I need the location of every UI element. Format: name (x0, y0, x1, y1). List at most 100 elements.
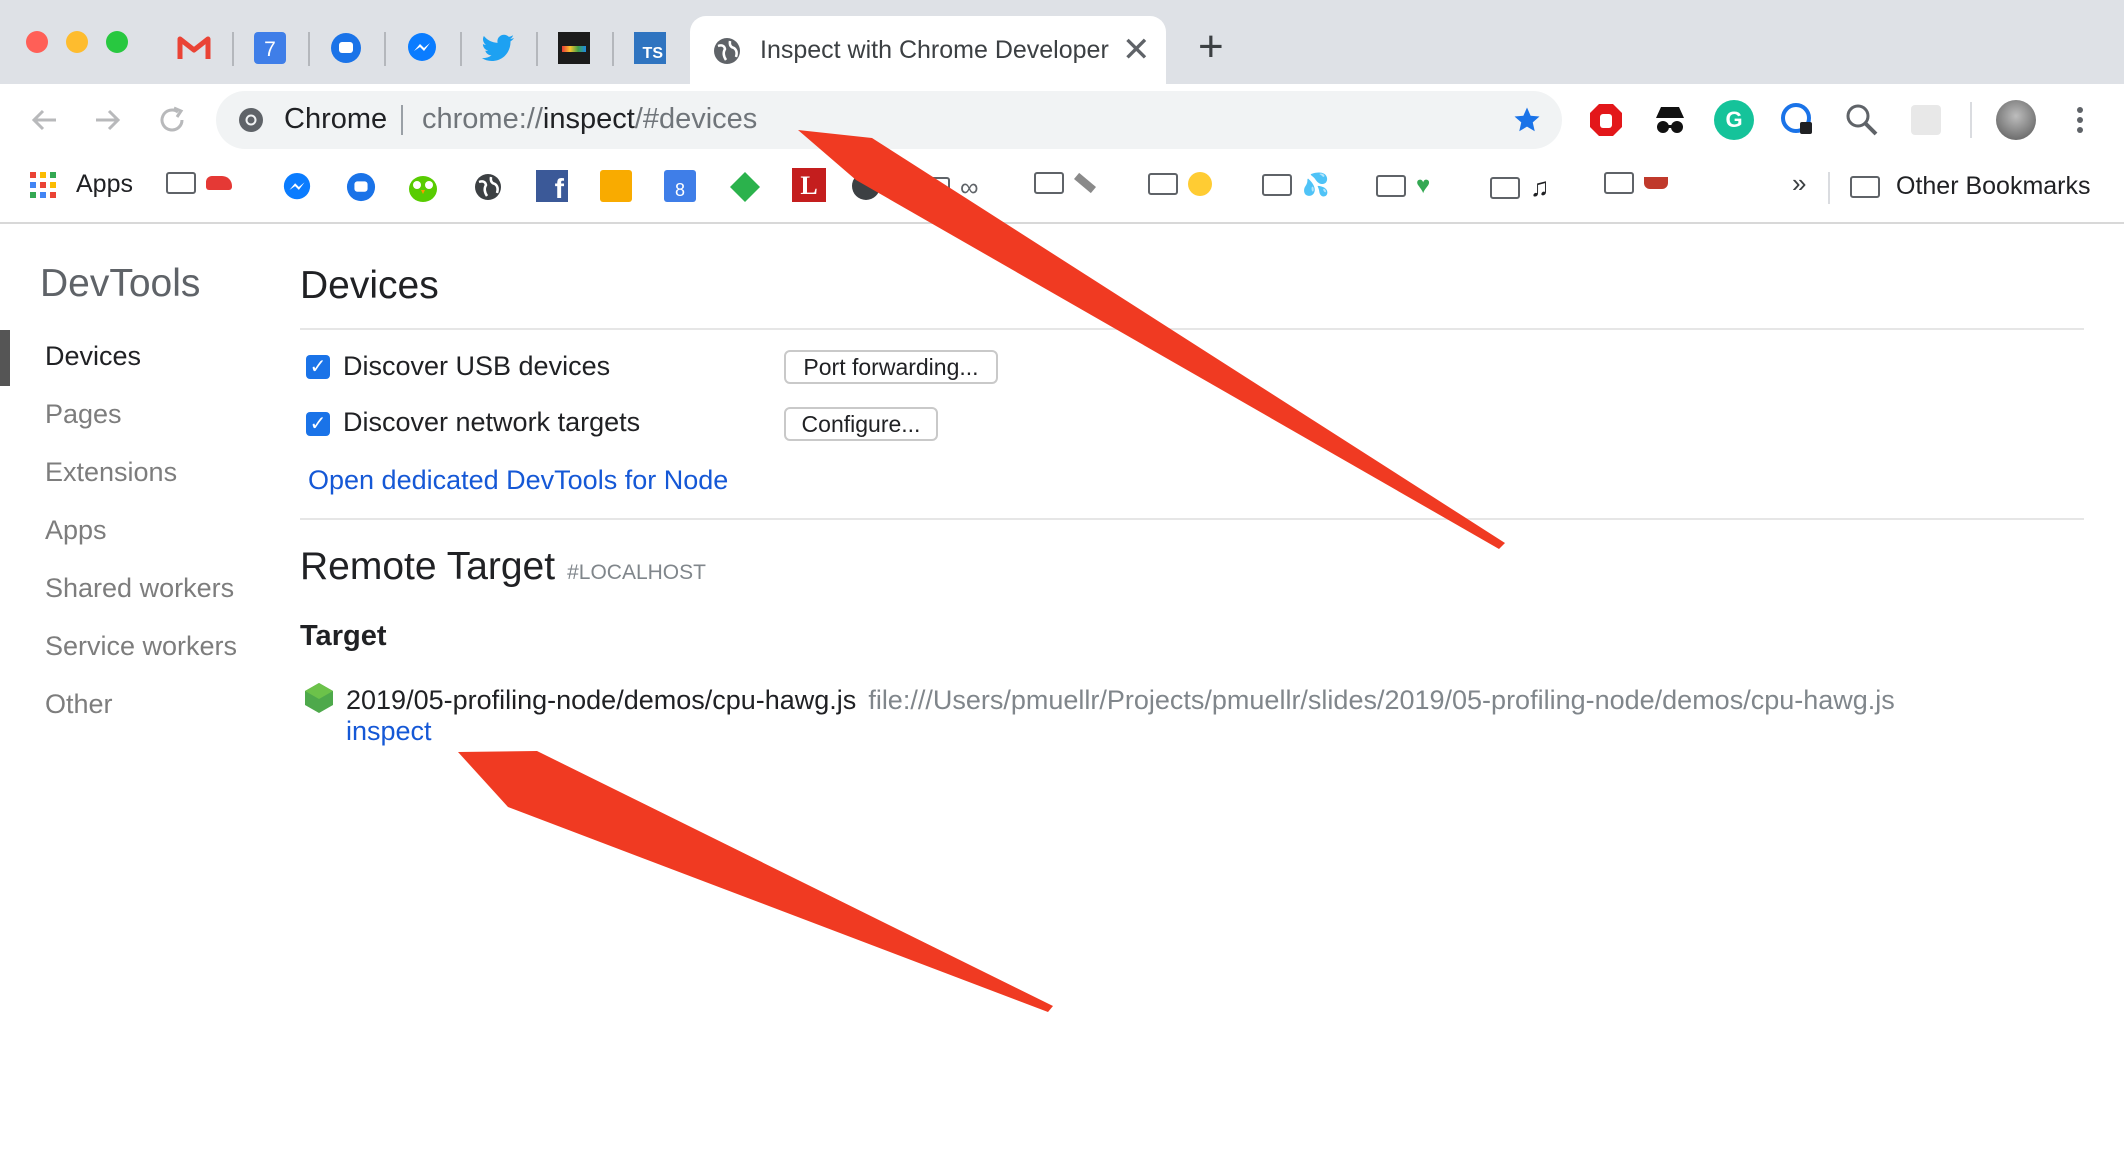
folder-icon (1604, 172, 1634, 194)
magnifier-icon (1846, 104, 1878, 136)
infinity-icon: ∞ (960, 172, 979, 202)
sidebar-item-shared-workers[interactable]: Shared workers (45, 573, 234, 604)
sidebar-item-devices[interactable]: Devices (45, 341, 141, 372)
sidebar-item-other[interactable]: Other (45, 689, 113, 720)
sidebar-item-extensions[interactable]: Extensions (45, 457, 177, 488)
zoom-window-button[interactable] (106, 31, 128, 53)
password-extension-icon[interactable] (1778, 100, 1818, 140)
apps-label: Apps (76, 170, 133, 198)
calendar-day: 7 (264, 38, 276, 61)
discover-usb-checkbox[interactable]: ✓ (306, 355, 330, 379)
folder-icon (166, 172, 196, 194)
arrow-to-inspect (458, 751, 1053, 1012)
search-extension-icon[interactable] (1842, 100, 1882, 140)
chrome-logo-icon (239, 108, 263, 132)
pinned-tab-typescript[interactable]: TS (628, 26, 672, 70)
bookmark-folder-car[interactable] (166, 172, 232, 194)
bulb-extension-icon[interactable] (1906, 100, 1946, 140)
folder-icon (1376, 175, 1406, 197)
pinned-tab-messenger[interactable] (400, 26, 444, 70)
pinned-tab-calendar[interactable]: 7 (248, 26, 292, 70)
adblock-extension-icon[interactable] (1586, 100, 1626, 140)
splash-icon: 💦 (1302, 172, 1330, 197)
tab-close-icon[interactable]: ✕ (1122, 30, 1151, 70)
ship-icon (1644, 177, 1668, 189)
bookmark-folder-music[interactable]: ♫ (1490, 172, 1550, 203)
tab-separator (536, 32, 538, 66)
bookmark-feedly-icon[interactable] (728, 170, 762, 204)
active-tab[interactable]: Inspect with Chrome Developer Tools ✕ (690, 16, 1166, 84)
url-path: /#devices (634, 103, 758, 135)
bookmark-folder-ship[interactable] (1604, 172, 1668, 194)
new-tab-button[interactable]: + (1198, 22, 1224, 72)
omnibox-url[interactable]: chrome://inspect/#devices (422, 103, 757, 136)
tab-separator (232, 32, 234, 66)
bulb-icon (1911, 105, 1941, 135)
tool-icon (1074, 172, 1096, 194)
pinned-tab-twitter[interactable] (476, 26, 520, 70)
inspect-link[interactable]: inspect (346, 716, 432, 747)
minimize-window-button[interactable] (66, 31, 88, 53)
tab-separator (384, 32, 386, 66)
pinned-tab-gmail[interactable] (172, 26, 216, 70)
bookmark-folder-tools[interactable] (1034, 172, 1096, 194)
gmail-icon (177, 36, 211, 59)
configure-button[interactable]: Configure... (784, 407, 938, 441)
bookmark-l-icon[interactable]: L (792, 168, 826, 202)
bookmark-calendar-icon[interactable]: 8 (664, 170, 696, 202)
music-note-icon: ♫ (1530, 172, 1550, 202)
bookmark-keep-icon[interactable] (600, 170, 632, 202)
toolbar-divider (1970, 102, 1972, 138)
bookmark-apps[interactable]: Apps (30, 170, 133, 199)
bookmark-folder-infinity[interactable]: ∞ (920, 172, 979, 203)
grammarly-extension-icon[interactable]: G (1714, 100, 1754, 140)
sidebar-title: DevTools (40, 262, 201, 305)
spy-icon (1656, 107, 1684, 133)
sidebar-item-service-workers[interactable]: Service workers (45, 631, 237, 662)
open-node-devtools-link[interactable]: Open dedicated DevTools for Node (308, 465, 728, 496)
omnibox-divider (401, 105, 403, 135)
bookmark-folder-emoji[interactable] (1148, 172, 1212, 196)
back-arrow-icon[interactable] (28, 104, 60, 136)
bookmark-calendar-day: 8 (674, 180, 685, 200)
nodejs-hexagon-icon (305, 683, 333, 713)
bookmark-facebook-icon[interactable]: f (536, 170, 568, 204)
omnibox[interactable]: Chrome chrome://inspect/#devices (216, 91, 1562, 149)
apps-grid-icon (30, 171, 56, 198)
bookmark-circle-icon[interactable] (852, 172, 880, 200)
profile-avatar[interactable] (1996, 100, 2036, 140)
bookmark-duolingo-owl-icon[interactable] (406, 170, 440, 204)
target-header: Target (300, 620, 387, 652)
pinned-tab-messages[interactable] (324, 26, 368, 70)
bookmark-star-icon[interactable] (1512, 105, 1542, 135)
bookmark-messages-icon[interactable] (346, 172, 376, 202)
incognito-extension-icon[interactable] (1650, 100, 1690, 140)
port-forwarding-button[interactable]: Port forwarding... (784, 350, 998, 384)
other-bookmarks[interactable]: Other Bookmarks (1850, 172, 2091, 201)
bookmark-folder-splash[interactable]: 💦 (1262, 172, 1329, 198)
sidebar-item-pages[interactable]: Pages (45, 399, 122, 430)
target-name: 2019/05-profiling-node/demos/cpu-hawg.js (346, 685, 857, 715)
pinned-tab-weather-underground[interactable] (552, 26, 596, 70)
bookmark-globe-icon[interactable] (473, 172, 503, 202)
bookmark-folder-heart[interactable]: ♥ (1376, 172, 1430, 200)
omnibox-site-label: Chrome (284, 103, 388, 135)
globe-icon (714, 38, 740, 64)
reload-icon[interactable] (156, 104, 188, 136)
sidebar-item-apps[interactable]: Apps (45, 515, 107, 546)
forward-arrow-icon[interactable] (92, 104, 124, 136)
folder-icon (920, 176, 950, 199)
messages-icon (331, 33, 361, 63)
bookmarks-overflow-chevron[interactable]: » (1792, 168, 1806, 199)
section-rule (300, 518, 2084, 520)
calendar-icon: 7 (254, 32, 286, 64)
bookmarks-divider (1828, 172, 1830, 204)
bookmark-messenger-icon[interactable] (282, 172, 312, 202)
lock-circle-icon (1781, 103, 1812, 134)
kebab-menu-icon[interactable] (2070, 104, 2090, 136)
other-bookmarks-label: Other Bookmarks (1896, 172, 2091, 200)
discover-network-checkbox[interactable]: ✓ (306, 412, 330, 436)
close-window-button[interactable] (26, 31, 48, 53)
tab-separator (612, 32, 614, 66)
tab-separator (460, 32, 462, 66)
